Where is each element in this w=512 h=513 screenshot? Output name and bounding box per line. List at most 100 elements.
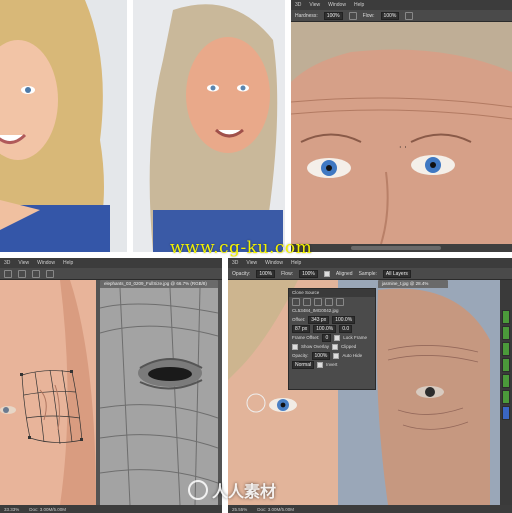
photo-young-woman (0, 0, 127, 252)
sample-label: Sample: (358, 270, 377, 277)
zoom-level[interactable]: 33.33% (4, 507, 19, 512)
layer-visibility-7[interactable] (502, 406, 510, 420)
layer-visibility-1[interactable] (502, 310, 510, 324)
menu-view[interactable]: View (18, 260, 29, 266)
status-bar: 25.55% Doc: 3.00M/5.00M (228, 505, 512, 513)
lock-frame-label: Lock Frame (343, 335, 367, 340)
offset-y-field[interactable]: 87 px (292, 324, 311, 333)
photo-aged-woman (133, 0, 285, 252)
blend-row: Normal Invert (289, 360, 375, 369)
clone-source-panel: Clone Source CL53484_IMG0042.jpg Offset:… (288, 288, 376, 390)
width-field[interactable]: 100.0% (332, 315, 356, 324)
clone-source-buttons (289, 297, 375, 306)
overlay-opacity-field[interactable]: 100% (311, 351, 331, 360)
menu-bar: 3D View Window Help (0, 258, 222, 268)
show-overlay-label: Show Overlay (301, 344, 330, 349)
ps-window-eyes-closeup: 3D View Window Help Hardness: 100% Flow:… (291, 0, 512, 252)
aligned-checkbox[interactable] (323, 270, 330, 277)
flow-field[interactable]: 100% (299, 269, 318, 278)
clone-source-title: Clone Source (289, 289, 375, 297)
options-bar: Hardness: 100% Flow: 100% (291, 10, 512, 22)
horizontal-scrollbar[interactable] (291, 244, 512, 252)
airbrush-icon[interactable] (405, 11, 414, 20)
frame-offset-row: Frame Offset: 0 Lock Frame (289, 333, 375, 342)
doc-size: Doc: 3.00M/5.00M (257, 506, 295, 512)
menu-bar: 3D View Window Help (291, 0, 512, 10)
show-overlay-checkbox[interactable] (292, 343, 298, 350)
clipped-checkbox[interactable] (332, 343, 339, 350)
auto-hide-checkbox[interactable] (333, 352, 340, 359)
clipped-label: Clipped (341, 344, 357, 349)
commit-transform-icon[interactable] (46, 269, 54, 278)
clone-source-3-icon[interactable] (314, 297, 322, 306)
opacity-label: Opacity: (232, 270, 251, 277)
invert-label: Invert (326, 362, 338, 367)
overlay-row: Show Overlay Clipped (289, 342, 375, 351)
blend-mode-select[interactable]: Normal (292, 360, 315, 369)
menu-help[interactable]: Help (291, 260, 301, 266)
flow-field[interactable]: 100% (380, 11, 400, 20)
height-field[interactable]: 100.0% (313, 324, 337, 333)
flow-label: Flow: (281, 270, 294, 277)
clone-source-1-icon[interactable] (292, 297, 300, 306)
menu-window[interactable]: Window (265, 260, 283, 266)
hardness-field[interactable]: 100% (323, 11, 343, 20)
aligned-label: Aligned (335, 270, 353, 277)
options-bar (0, 268, 222, 280)
menu-3d[interactable]: 3D (232, 260, 238, 266)
lock-frame-checkbox[interactable] (334, 334, 341, 341)
document-tab-clone[interactable]: jasmine_t.jpg @ 28.4% (378, 280, 448, 288)
ps-window-warp: 3D View Window Help elephants_03_0209_Fu… (0, 258, 222, 513)
auto-hide-label: Auto Hide (342, 353, 363, 358)
status-bar: 33.33% Doc: 3.00M/5.00M (0, 505, 222, 513)
warp-icon[interactable] (18, 269, 26, 278)
menu-window[interactable]: Window (328, 2, 346, 8)
frame-offset-field[interactable]: 0 (322, 333, 332, 342)
logo-watermark: 人人素材 (188, 478, 276, 502)
logo-text: 人人素材 (212, 482, 277, 501)
canvas-elephant-skin[interactable] (99, 287, 219, 506)
logo-icon (188, 480, 208, 500)
options-bar: Opacity: 100% Flow: 100% Aligned Sample:… (228, 268, 512, 280)
angle-field[interactable]: 0.0 (339, 324, 353, 333)
source-file-name: CL53484_IMG0042.jpg (292, 308, 339, 313)
layers-strip (500, 280, 512, 505)
offset-label: Offset: (292, 317, 306, 322)
menu-help[interactable]: Help (354, 2, 364, 8)
canvas-eyes[interactable]: · · (291, 22, 512, 245)
menu-3d[interactable]: 3D (4, 260, 10, 266)
layer-visibility-3[interactable] (502, 342, 510, 356)
menu-help[interactable]: Help (63, 260, 73, 266)
ps-window-clone: 3D View Window Help Opacity: 100% Flow: … (228, 258, 512, 513)
overlay-opacity-row: Opacity: 100% Auto Hide (289, 351, 375, 360)
transform-icon[interactable] (4, 269, 12, 278)
menu-3d[interactable]: 3D (295, 2, 301, 8)
clone-source-5-icon[interactable] (336, 297, 344, 306)
menu-window[interactable]: Window (37, 260, 55, 266)
sample-select[interactable]: All Layers (382, 269, 411, 278)
site-watermark: www.cg-ku.com (170, 238, 313, 258)
doc-size: Doc: 3.00M/5.00M (29, 506, 67, 512)
layer-visibility-2[interactable] (502, 326, 510, 340)
overlay-opacity-label: Opacity: (292, 353, 309, 358)
canvas-face-warp[interactable] (0, 280, 96, 505)
offset-row-2: 87 px 100.0% 0.0 (289, 324, 375, 333)
menu-bar: 3D View Window Help (228, 258, 512, 268)
opacity-field[interactable]: 100% (256, 269, 276, 278)
source-file-row: CL53484_IMG0042.jpg (289, 306, 375, 315)
offset-row: Offset: 343 px 100.0% (289, 315, 375, 324)
document-tab-elephant[interactable]: elephants_03_0209_FullSize.jpg @ 66.7% (… (100, 280, 218, 288)
layer-visibility-4[interactable] (502, 358, 510, 372)
offset-x-field[interactable]: 343 px (308, 315, 330, 324)
flow-label: Flow: (362, 12, 375, 19)
invert-checkbox[interactable] (317, 361, 324, 368)
layer-visibility-5[interactable] (502, 374, 510, 388)
brush-mode-icon[interactable] (348, 11, 357, 20)
menu-view[interactable]: View (309, 2, 320, 8)
menu-view[interactable]: View (246, 260, 257, 266)
layer-visibility-6[interactable] (502, 390, 510, 404)
clone-source-2-icon[interactable] (303, 297, 311, 306)
clone-source-4-icon[interactable] (325, 297, 333, 306)
zoom-level[interactable]: 25.55% (232, 507, 247, 512)
cancel-transform-icon[interactable] (32, 269, 40, 278)
